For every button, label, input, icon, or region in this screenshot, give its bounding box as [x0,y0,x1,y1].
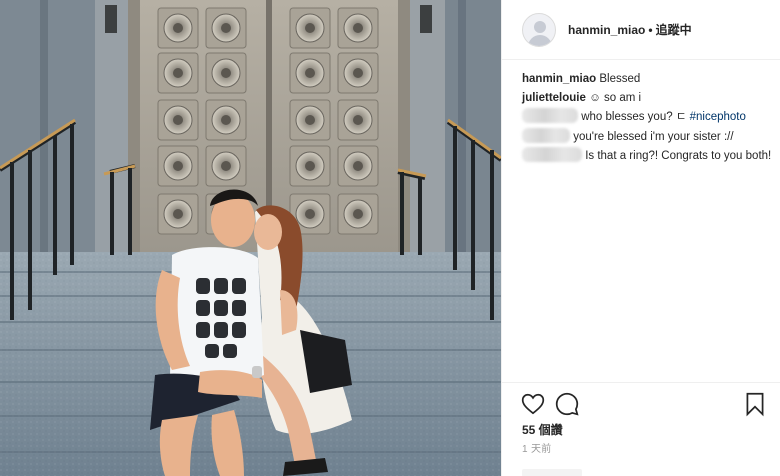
avatar-body-shape [528,34,552,46]
comments-list: hanmin_miao Blessed juliettelouie ☺ so a… [522,71,772,167]
post-timestamp[interactable]: 1 天前 [522,440,552,455]
photo-image [0,0,501,476]
door-medallion-center [173,161,183,171]
header-separator: • [648,22,653,37]
add-comment-area[interactable] [522,469,582,476]
door-medallion-center [221,161,231,171]
door-medallion-center [353,68,363,78]
bookmark-icon[interactable] [742,391,768,417]
door-medallion-center [173,68,183,78]
comment-icon[interactable] [554,391,580,417]
comment-text: you're blessed i'm your sister :// [573,130,734,143]
post-username[interactable]: hanmin_miao [568,23,645,37]
door-medallion-center [221,23,231,33]
follow-status-button[interactable]: 追蹤中 [656,21,692,38]
post-photo[interactable] [0,0,501,476]
door-medallion-center [353,23,363,33]
door-medallion-center [353,115,363,125]
header-text: hanmin_miao • 追蹤中 [568,21,692,38]
comment-text: Blessed [599,73,641,85]
comment-item: juliettelouie ☺ so am i [522,90,772,107]
comment-text: ☺ so am i [589,91,642,104]
blurred-username[interactable] [522,147,582,162]
comment-item: you're blessed i'm your sister :// [522,127,772,146]
blurred-username[interactable] [522,108,578,123]
door-medallion-center [173,23,183,33]
door-medallion-center [305,161,315,171]
likes-count[interactable]: 55 個讚 [522,421,563,438]
blurred-username[interactable] [522,127,570,143]
comment-item: hanmin_miao Blessed [522,71,772,88]
post-side-panel: hanmin_miao • 追蹤中 hanmin_miao Blessed ju… [501,0,780,476]
avatar-head-shape [534,20,546,33]
door-medallion-center [305,209,315,219]
door-medallion-center [305,23,315,33]
comment-text: Is that a ring?! Congrats to you both! [585,150,772,162]
door-medallion-center [353,161,363,171]
avatar[interactable] [522,12,556,47]
comment-username[interactable]: hanmin_miao [522,73,596,85]
door-medallion-center [173,115,183,125]
heart-icon[interactable] [520,391,546,417]
comment-item: who blesses you? ㄷ #nicephoto [522,108,772,126]
door-medallion-center [221,115,231,125]
door-medallion-center [173,209,183,219]
hashtag-link[interactable]: #nicephoto [690,111,746,123]
door-medallion-center [305,115,315,125]
door-medallion-center [221,68,231,78]
door-medallion-center [353,209,363,219]
door-medallion-center [305,68,315,78]
comment-item: Is that a ring?! Congrats to you both! [522,147,772,165]
comment-text: who blesses you? ㄷ [581,111,690,123]
post-header: hanmin_miao • 追蹤中 [502,0,780,60]
post-actions: 55 個讚 1 天前 [502,382,780,476]
comment-username[interactable]: juliettelouie [522,92,586,104]
